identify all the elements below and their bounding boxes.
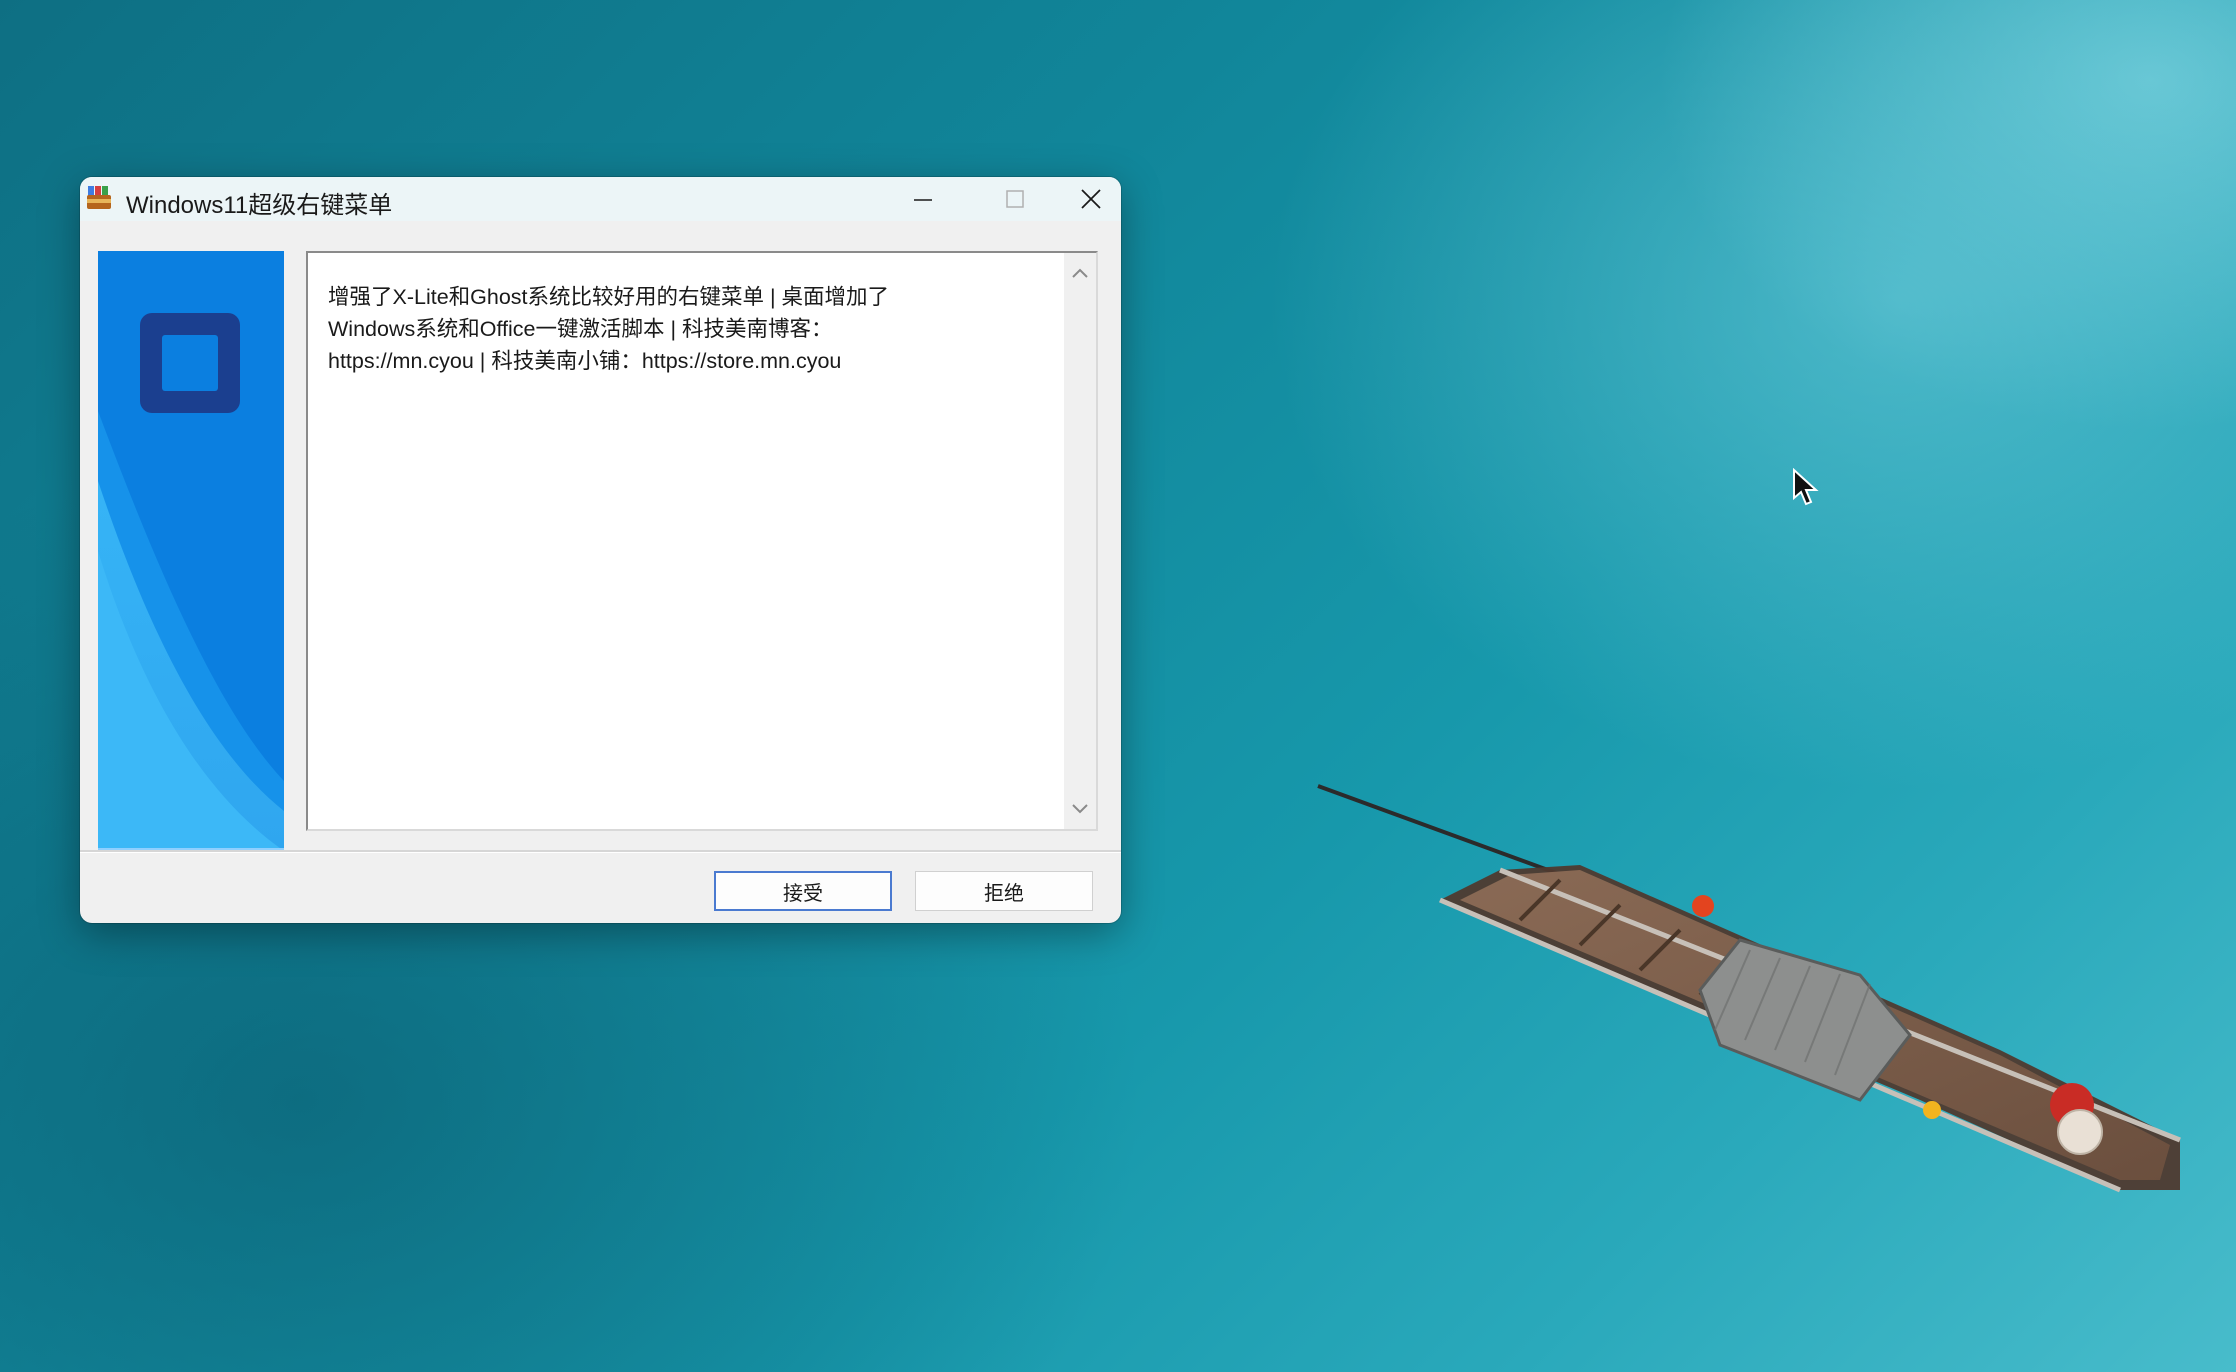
installer-dialog: Windows11超级右键菜单 增强了X-Lite和Ghost系统比较好用的右键… — [80, 177, 1121, 923]
vertical-scrollbar[interactable] — [1064, 253, 1096, 829]
window-title: Windows11超级右键菜单 — [126, 192, 393, 219]
mouse-cursor-icon — [1793, 468, 1819, 506]
minimize-icon — [914, 199, 932, 201]
app-logo-icon — [140, 313, 240, 413]
scroll-up-button[interactable] — [1064, 257, 1096, 289]
reject-button[interactable]: 拒绝 — [915, 871, 1093, 911]
license-text: 增强了X-Lite和Ghost系统比较好用的右键菜单 | 桌面增加了 Windo… — [328, 285, 890, 373]
license-textbox[interactable]: 增强了X-Lite和Ghost系统比较好用的右键菜单 | 桌面增加了 Windo… — [306, 251, 1098, 831]
boat-image — [1317, 784, 2181, 1193]
scroll-down-button[interactable] — [1064, 793, 1096, 825]
winrar-books-icon — [87, 186, 111, 209]
accept-button[interactable]: 接受 — [714, 871, 892, 911]
footer-separator — [80, 850, 1121, 853]
maximize-icon — [1006, 190, 1024, 208]
maximize-button[interactable] — [969, 177, 1061, 221]
close-button[interactable] — [1061, 177, 1121, 221]
minimize-button[interactable] — [877, 177, 969, 221]
desktop-wallpaper: Windows11超级右键菜单 增强了X-Lite和Ghost系统比较好用的右键… — [0, 0, 2236, 1372]
title-bar[interactable]: Windows11超级右键菜单 — [80, 177, 1121, 221]
banner-art — [98, 251, 284, 851]
chevron-down-icon — [1072, 804, 1088, 814]
close-icon — [1081, 189, 1101, 209]
installer-banner — [98, 251, 284, 851]
chevron-up-icon — [1072, 268, 1088, 278]
